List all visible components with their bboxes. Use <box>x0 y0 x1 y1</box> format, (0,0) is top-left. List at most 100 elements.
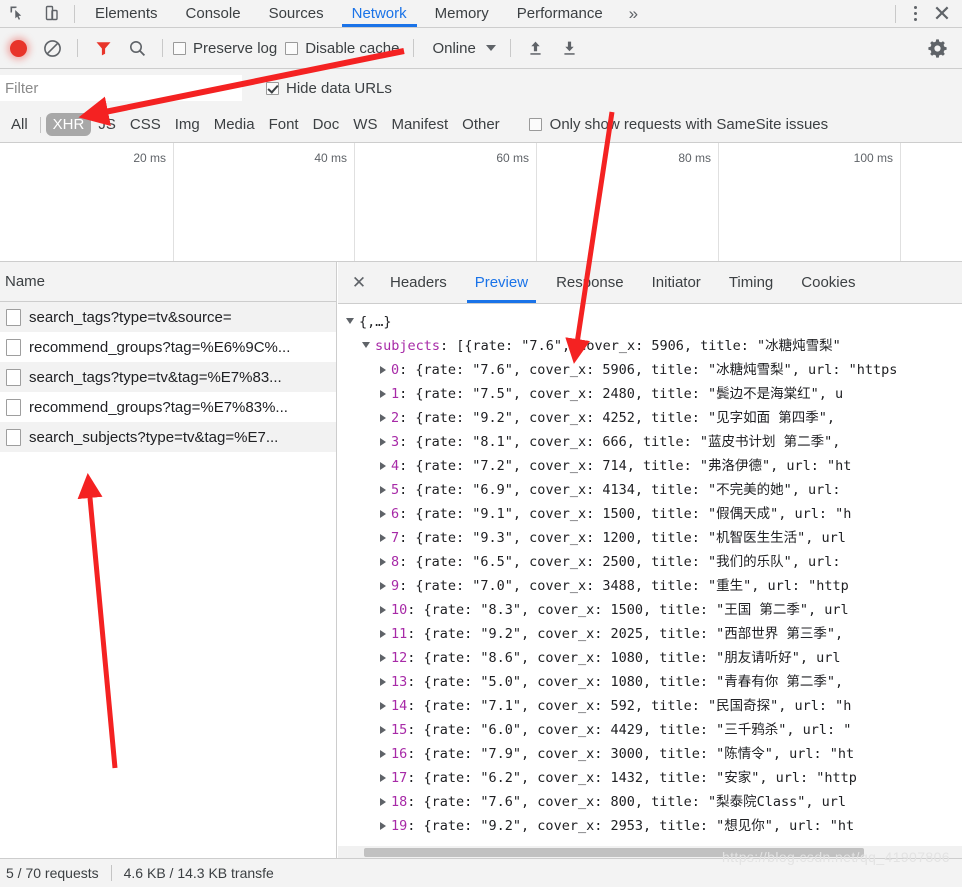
table-row[interactable]: search_tags?type=tv&tag=%E7%83... <box>0 362 336 392</box>
tab-performance[interactable]: Performance <box>503 0 617 27</box>
settings-gear-icon[interactable] <box>922 34 952 62</box>
chip-ws[interactable]: WS <box>346 113 384 136</box>
json-item-row[interactable]: 1 : {rate: "7.5", cover_x: 2480, title: … <box>344 382 962 406</box>
chip-doc[interactable]: Doc <box>306 113 347 136</box>
json-item-row[interactable]: 16 : {rate: "7.9", cover_x: 3000, title:… <box>344 742 962 766</box>
more-tabs-chevron-icon[interactable]: » <box>617 0 650 27</box>
table-row[interactable]: recommend_groups?tag=%E6%9C%... <box>0 332 336 362</box>
json-item-row[interactable]: 4 : {rate: "7.2", cover_x: 714, title: "… <box>344 454 962 478</box>
json-array-row[interactable]: subjects : [{rate: "7.6", cover_x: 5906,… <box>344 334 962 358</box>
chip-js[interactable]: JS <box>91 113 123 136</box>
tab-preview[interactable]: Preview <box>461 262 542 303</box>
close-icon[interactable]: ✕ <box>928 1 956 27</box>
json-item-row[interactable]: 13 : {rate: "5.0", cover_x: 1080, title:… <box>344 670 962 694</box>
json-root-row[interactable]: {,…} <box>344 310 962 334</box>
expand-triangle-icon[interactable] <box>380 582 386 590</box>
json-item-row[interactable]: 18 : {rate: "7.6", cover_x: 800, title: … <box>344 790 962 814</box>
tab-elements[interactable]: Elements <box>81 0 172 27</box>
expand-triangle-icon[interactable] <box>380 438 386 446</box>
tab-label: Cookies <box>801 274 856 291</box>
expand-triangle-icon[interactable] <box>380 534 386 542</box>
chip-font[interactable]: Font <box>262 113 306 136</box>
json-item-row[interactable]: 11 : {rate: "9.2", cover_x: 2025, title:… <box>344 622 962 646</box>
timeline-gridline <box>536 143 537 261</box>
tab-response[interactable]: Response <box>542 262 638 303</box>
samesite-issues-checkbox[interactable]: Only show requests with SameSite issues <box>528 116 828 133</box>
expand-triangle-icon[interactable] <box>362 342 370 348</box>
search-icon[interactable] <box>122 34 152 62</box>
json-item-row[interactable]: 5 : {rate: "6.9", cover_x: 4134, title: … <box>344 478 962 502</box>
expand-triangle-icon[interactable] <box>380 678 386 686</box>
expand-triangle-icon[interactable] <box>346 318 354 324</box>
table-row[interactable]: search_tags?type=tv&source= <box>0 302 336 332</box>
expand-triangle-icon[interactable] <box>380 726 386 734</box>
expand-triangle-icon[interactable] <box>380 798 386 806</box>
expand-triangle-icon[interactable] <box>380 390 386 398</box>
expand-triangle-icon[interactable] <box>380 558 386 566</box>
expand-triangle-icon[interactable] <box>380 486 386 494</box>
tab-sources[interactable]: Sources <box>255 0 338 27</box>
json-item-row[interactable]: 0 : {rate: "7.6", cover_x: 5906, title: … <box>344 358 962 382</box>
chip-all[interactable]: All <box>4 113 35 136</box>
expand-triangle-icon[interactable] <box>380 654 386 662</box>
clear-icon[interactable] <box>37 34 67 62</box>
filter-icon[interactable] <box>88 34 118 62</box>
expand-triangle-icon[interactable] <box>380 606 386 614</box>
inspect-element-icon[interactable] <box>6 3 28 25</box>
scrollbar-thumb[interactable] <box>364 848 864 857</box>
chip-css[interactable]: CSS <box>123 113 168 136</box>
close-detail-icon[interactable]: ✕ <box>342 262 376 303</box>
chip-manifest[interactable]: Manifest <box>384 113 455 136</box>
expand-triangle-icon[interactable] <box>380 750 386 758</box>
export-har-icon[interactable] <box>555 34 585 62</box>
tab-label: Console <box>185 5 241 22</box>
preserve-log-checkbox[interactable]: Preserve log <box>173 40 277 57</box>
expand-triangle-icon[interactable] <box>380 510 386 518</box>
expand-triangle-icon[interactable] <box>380 702 386 710</box>
filter-input[interactable] <box>0 75 242 101</box>
table-row[interactable]: recommend_groups?tag=%E7%83%... <box>0 392 336 422</box>
json-item-row[interactable]: 9 : {rate: "7.0", cover_x: 3488, title: … <box>344 574 962 598</box>
tab-memory[interactable]: Memory <box>421 0 503 27</box>
expand-triangle-icon[interactable] <box>380 366 386 374</box>
hide-data-urls-checkbox[interactable]: Hide data URLs <box>266 80 392 97</box>
tab-console[interactable]: Console <box>172 0 255 27</box>
expand-triangle-icon[interactable] <box>380 774 386 782</box>
record-button[interactable] <box>10 39 27 57</box>
json-item-row[interactable]: 19 : {rate: "9.2", cover_x: 2953, title:… <box>344 814 962 838</box>
expand-triangle-icon[interactable] <box>380 414 386 422</box>
json-item-row[interactable]: 14 : {rate: "7.1", cover_x: 592, title: … <box>344 694 962 718</box>
throttling-select[interactable]: Online <box>424 40 499 57</box>
more-options-icon[interactable] <box>904 6 926 21</box>
chip-other[interactable]: Other <box>455 113 507 136</box>
json-item-row[interactable]: 15 : {rate: "6.0", cover_x: 4429, title:… <box>344 718 962 742</box>
disable-cache-checkbox[interactable]: Disable cache <box>285 40 399 57</box>
json-item-row[interactable]: 7 : {rate: "9.3", cover_x: 1200, title: … <box>344 526 962 550</box>
tab-cookies[interactable]: Cookies <box>787 262 869 303</box>
json-item-row[interactable]: 6 : {rate: "9.1", cover_x: 1500, title: … <box>344 502 962 526</box>
json-item-row[interactable]: 10 : {rate: "8.3", cover_x: 1500, title:… <box>344 598 962 622</box>
json-item-row[interactable]: 12 : {rate: "8.6", cover_x: 1080, title:… <box>344 646 962 670</box>
json-item-row[interactable]: 17 : {rate: "6.2", cover_x: 1432, title:… <box>344 766 962 790</box>
json-item-row[interactable]: 2 : {rate: "9.2", cover_x: 4252, title: … <box>344 406 962 430</box>
expand-triangle-icon[interactable] <box>380 630 386 638</box>
chip-img[interactable]: Img <box>168 113 207 136</box>
tab-timing[interactable]: Timing <box>715 262 787 303</box>
network-overview-timeline[interactable]: 20 ms 40 ms 60 ms 80 ms 100 ms <box>0 143 962 262</box>
tab-initiator[interactable]: Initiator <box>638 262 715 303</box>
json-value: : {rate: "9.1", cover_x: 1500, title: "假… <box>399 506 852 522</box>
import-har-icon[interactable] <box>521 34 551 62</box>
json-item-row[interactable]: 8 : {rate: "6.5", cover_x: 2500, title: … <box>344 550 962 574</box>
json-item-row[interactable]: 3 : {rate: "8.1", cover_x: 666, title: "… <box>344 430 962 454</box>
expand-triangle-icon[interactable] <box>380 462 386 470</box>
tab-network[interactable]: Network <box>338 0 421 27</box>
device-toolbar-icon[interactable] <box>40 3 62 25</box>
horizontal-scrollbar[interactable] <box>338 846 962 858</box>
column-header-name[interactable]: Name <box>0 262 336 302</box>
json-preview-tree[interactable]: {,…} subjects : [{rate: "7.6", cover_x: … <box>338 304 962 846</box>
expand-triangle-icon[interactable] <box>380 822 386 830</box>
table-row[interactable]: search_subjects?type=tv&tag=%E7... <box>0 422 336 452</box>
chip-xhr[interactable]: XHR <box>45 113 92 136</box>
tab-headers[interactable]: Headers <box>376 262 461 303</box>
chip-media[interactable]: Media <box>207 113 262 136</box>
